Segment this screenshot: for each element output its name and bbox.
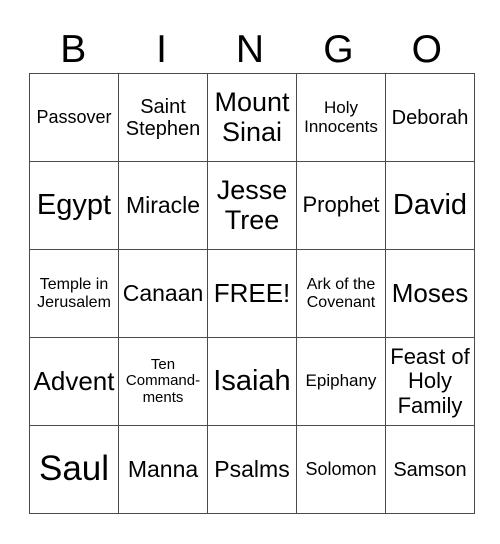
bingo-row: Saul Manna Psalms Solomon Samson (29, 425, 475, 514)
bingo-cell[interactable]: Manna (118, 425, 208, 514)
bingo-cell[interactable]: Canaan (118, 249, 208, 338)
bingo-cell[interactable]: Egypt (29, 161, 119, 250)
bingo-row: Advent Ten Command-ments Isaiah Epiphany… (29, 337, 475, 426)
bingo-cell[interactable]: Feast of Holy Family (385, 337, 475, 426)
bingo-cell[interactable]: Saint Stephen (118, 73, 208, 162)
bingo-cell[interactable]: Holy Innocents (296, 73, 386, 162)
bingo-cell[interactable]: Psalms (207, 425, 297, 514)
bingo-cell[interactable]: Solomon (296, 425, 386, 514)
header-letter-i: I (156, 28, 167, 71)
bingo-cell[interactable]: Jesse Tree (207, 161, 297, 250)
free-space[interactable]: FREE! (207, 249, 297, 338)
bingo-cell[interactable]: Deborah (385, 73, 475, 162)
bingo-cell[interactable]: Miracle (118, 161, 208, 250)
bingo-cell[interactable]: Moses (385, 249, 475, 338)
bingo-cell[interactable]: Samson (385, 425, 475, 514)
bingo-cell[interactable]: Temple in Jerusalem (29, 249, 119, 338)
header-letter-b: B (60, 28, 87, 71)
header-letter-o: O (411, 28, 442, 71)
bingo-cell[interactable]: Prophet (296, 161, 386, 250)
header-letter-g: G (323, 28, 354, 71)
bingo-grid: Passover Saint Stephen Mount Sinai Holy … (29, 73, 475, 514)
bingo-cell[interactable]: Ark of the Covenant (296, 249, 386, 338)
bingo-cell[interactable]: Epiphany (296, 337, 386, 426)
bingo-cell[interactable]: Saul (29, 425, 119, 514)
bingo-cell[interactable]: Mount Sinai (207, 73, 297, 162)
bingo-row: Passover Saint Stephen Mount Sinai Holy … (29, 73, 475, 162)
bingo-header: B I N G O (29, 28, 471, 72)
bingo-cell[interactable]: Passover (29, 73, 119, 162)
bingo-row: Egypt Miracle Jesse Tree Prophet David (29, 161, 475, 250)
bingo-cell[interactable]: Advent (29, 337, 119, 426)
bingo-row: Temple in Jerusalem Canaan FREE! Ark of … (29, 249, 475, 338)
bingo-cell[interactable]: Ten Command-ments (118, 337, 208, 426)
bingo-cell[interactable]: David (385, 161, 475, 250)
header-letter-n: N (235, 28, 265, 71)
bingo-cell[interactable]: Isaiah (207, 337, 297, 426)
